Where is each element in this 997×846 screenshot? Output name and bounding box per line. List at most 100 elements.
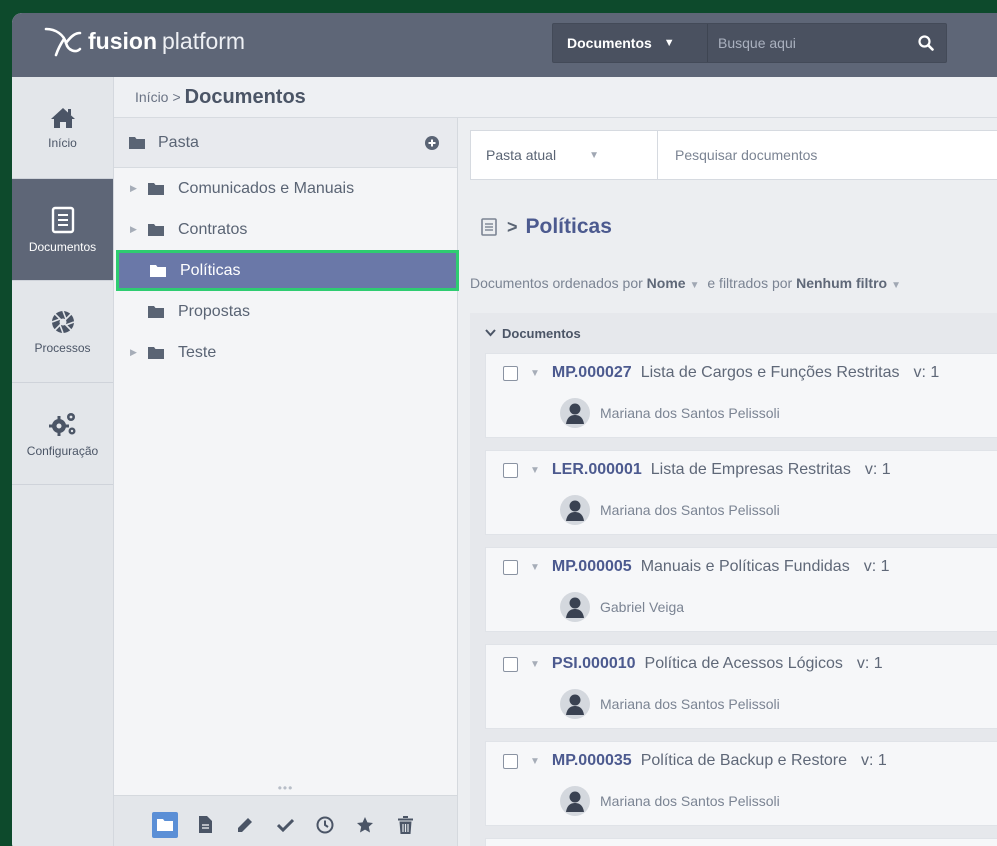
document-checkbox[interactable] <box>503 365 518 381</box>
folder-scope-label: Pasta atual <box>486 147 557 163</box>
nav-item-documentos[interactable]: Documentos <box>12 179 113 281</box>
breadcrumb: Início > Documentos <box>114 77 997 118</box>
caret-down-icon[interactable]: ▼ <box>530 659 540 670</box>
folder-icon <box>148 183 164 195</box>
folder-item-contratos[interactable]: ▶ Contratos <box>114 209 457 250</box>
folder-item-comunicados[interactable]: ▶ Comunicados e Manuais <box>114 168 457 209</box>
edit-button[interactable] <box>232 812 258 838</box>
folder-title: > Políticas <box>481 215 612 239</box>
folder-icon <box>148 347 164 359</box>
nav-label: Configuração <box>26 443 99 458</box>
document-checkbox[interactable] <box>503 753 518 769</box>
document-checkbox[interactable] <box>503 559 518 575</box>
caret-down-icon[interactable]: ▼ <box>891 280 901 291</box>
favorite-button[interactable] <box>352 812 378 838</box>
document-card[interactable]: ▼ MP.000027 Lista de Cargos e Funções Re… <box>485 353 997 438</box>
chevron-down-icon <box>485 329 496 337</box>
avatar <box>560 592 590 622</box>
search-scope-dropdown[interactable]: Documentos ▼ <box>553 24 708 62</box>
home-icon <box>50 107 75 128</box>
caret-down-icon[interactable]: ▼ <box>530 368 540 379</box>
filter-prefix: e filtrados por <box>707 275 793 291</box>
folder-item-politicas[interactable]: Políticas <box>116 250 459 291</box>
folder-label: Propostas <box>178 302 251 320</box>
logo[interactable]: fusion platform <box>42 25 245 57</box>
global-search: Documentos ▼ <box>552 23 947 63</box>
caret-down-icon[interactable]: ▼ <box>530 756 540 767</box>
add-folder-icon[interactable] <box>425 136 439 150</box>
document-author: Mariana dos Santos Pelissoli <box>600 405 780 421</box>
document-icon <box>51 206 74 233</box>
document-author: Mariana dos Santos Pelissoli <box>600 502 780 518</box>
document-card[interactable]: ▼ PSI.000010 Política de Acessos Lógicos… <box>485 644 997 729</box>
folder-icon <box>129 137 145 149</box>
approve-button[interactable] <box>272 812 298 838</box>
folder-icon <box>148 224 164 236</box>
folder-item-propostas[interactable]: Propostas <box>114 291 457 332</box>
caret-down-icon[interactable]: ▼ <box>690 280 700 291</box>
document-code[interactable]: PSI.000010 <box>552 655 636 673</box>
folder-label: Comunicados e Manuais <box>178 179 355 197</box>
document-code[interactable]: MP.000035 <box>552 752 632 770</box>
nav-item-inicio[interactable]: Início <box>12 77 113 179</box>
avatar <box>560 786 590 816</box>
document-list-icon <box>481 218 497 236</box>
app-window: fusion platform Documentos ▼ Iníci <box>12 13 997 846</box>
sort-filter-line: Documentos ordenados por Nome ▼ e filtrad… <box>470 275 905 291</box>
document-title[interactable]: Política de Backup e Restore <box>641 752 847 770</box>
document-card[interactable]: ▼ LER.000001 Lista de Empresas Restritas… <box>485 450 997 535</box>
expand-arrow-icon[interactable]: ▶ <box>130 347 148 358</box>
user-icon <box>566 597 584 618</box>
page-title: Políticas <box>525 215 612 238</box>
avatar <box>560 495 590 525</box>
document-card[interactable]: ▼ MP.000035 Política de Backup e Restore… <box>485 741 997 826</box>
document-card[interactable]: ▼ <box>485 838 997 846</box>
document-code[interactable]: MP.000005 <box>552 558 632 576</box>
nav-item-processos[interactable]: Processos <box>12 281 113 383</box>
filter-dropdown[interactable]: Nenhum filtro <box>796 275 887 291</box>
logo-bold-text: fusion <box>88 27 157 54</box>
history-button[interactable] <box>312 812 338 838</box>
document-checkbox[interactable] <box>503 462 518 478</box>
document-title[interactable]: Manuais e Políticas Fundidas <box>641 558 850 576</box>
caret-down-icon[interactable]: ▼ <box>530 562 540 573</box>
document-code[interactable]: LER.000001 <box>552 461 642 479</box>
folder-icon <box>148 306 164 318</box>
sort-field-dropdown[interactable]: Nome <box>647 275 686 291</box>
document-search-input[interactable] <box>658 131 997 179</box>
document-checkbox[interactable] <box>503 656 518 672</box>
star-icon <box>357 816 373 832</box>
top-bar: fusion platform Documentos ▼ <box>12 13 997 77</box>
document-author: Gabriel Veiga <box>600 599 685 615</box>
folder-label: Políticas <box>180 261 241 279</box>
document-code[interactable]: MP.000027 <box>552 364 632 382</box>
clock-icon <box>316 816 334 833</box>
caret-down-icon[interactable]: ▼ <box>530 465 540 476</box>
document-title[interactable]: Lista de Cargos e Funções Restritas <box>641 364 900 382</box>
delete-button[interactable] <box>392 812 418 838</box>
document-title[interactable]: Política de Acessos Lógicos <box>645 655 843 673</box>
breadcrumb-current: Documentos <box>184 85 306 108</box>
documents-content: Pasta atual ▼ > Políticas Documentos ord… <box>459 118 997 846</box>
search-scope-label: Documentos <box>567 35 652 51</box>
folder-header-label: Pasta <box>158 133 199 151</box>
sort-prefix: Documentos ordenados por <box>470 275 643 291</box>
file-view-button[interactable] <box>192 812 218 838</box>
resize-handle[interactable]: ••• <box>114 781 457 795</box>
folder-item-teste[interactable]: ▶ Teste <box>114 332 457 373</box>
folder-view-button[interactable] <box>152 811 178 838</box>
document-title[interactable]: Lista de Empresas Restritas <box>651 461 851 479</box>
user-icon <box>566 694 584 715</box>
documents-section-header[interactable]: Documentos <box>470 313 997 353</box>
expand-arrow-icon[interactable]: ▶ <box>130 183 148 194</box>
document-version: v: 1 <box>856 655 883 672</box>
expand-arrow-icon[interactable]: ▶ <box>130 224 148 235</box>
search-button[interactable] <box>906 24 946 62</box>
folder-scope-dropdown[interactable]: Pasta atual ▼ <box>471 131 658 179</box>
documents-section-label: Documentos <box>502 325 581 341</box>
document-author: Mariana dos Santos Pelissoli <box>600 696 780 712</box>
document-card[interactable]: ▼ MP.000005 Manuais e Políticas Fundidas… <box>485 547 997 632</box>
breadcrumb-parent[interactable]: Início <box>135 89 168 105</box>
nav-item-configuracao[interactable]: Configuração <box>12 383 113 485</box>
global-search-input[interactable] <box>708 24 906 62</box>
